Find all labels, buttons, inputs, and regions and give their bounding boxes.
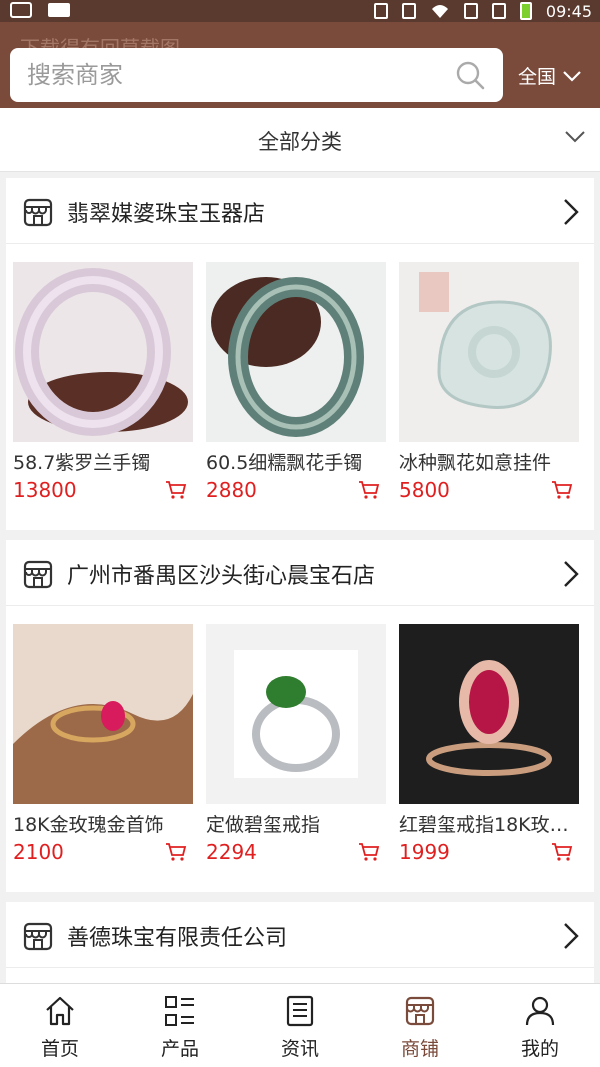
cart-icon[interactable] — [551, 480, 573, 500]
signal-icon-1 — [463, 3, 478, 19]
chevron-right-icon — [564, 923, 579, 949]
region-label: 全国 — [518, 66, 557, 88]
store-card: 翡翠媒婆珠宝玉器店 58.7紫罗兰手镯 13800 60.5细糯飘花手镯 288… — [6, 178, 594, 530]
product-title: 58.7紫罗兰手镯 — [13, 452, 151, 474]
camera-icon — [10, 2, 32, 18]
header: 下载得有回莫载图 全国 — [0, 22, 600, 108]
category-filter[interactable]: 全部分类 — [0, 108, 600, 172]
mute-icon — [401, 3, 416, 19]
chevron-down-icon — [563, 70, 581, 82]
product-price: 1999 — [399, 840, 450, 864]
store-icon — [405, 996, 435, 1026]
bottom-nav: 首页 产品 资讯 商铺 我的 — [0, 983, 600, 1067]
nav-label: 产品 — [160, 1038, 199, 1060]
product-card[interactable]: 58.7紫罗兰手镯 13800 — [13, 262, 193, 502]
product-image — [399, 262, 579, 442]
product-card[interactable]: 18K金玫瑰金首饰 2100 — [13, 624, 193, 864]
nav-label: 我的 — [520, 1038, 559, 1060]
product-card[interactable]: 60.5细糯飘花手镯 2880 — [206, 262, 386, 502]
cart-icon[interactable] — [358, 842, 380, 862]
store-card: 广州市番禺区沙头街心晨宝石店 18K金玫瑰金首饰 2100 定做碧玺戒指 229… — [6, 540, 594, 892]
cart-icon[interactable] — [165, 480, 187, 500]
product-price: 2294 — [206, 840, 257, 864]
cart-icon[interactable] — [551, 842, 573, 862]
store-name: 翡翠媒婆珠宝玉器店 — [67, 202, 266, 227]
nav-stores[interactable]: 商铺 — [360, 984, 480, 1067]
chevron-right-icon — [564, 561, 579, 587]
product-title: 红碧玺戒指18K玫瑰金 — [399, 814, 579, 836]
category-label: 全部分类 — [258, 130, 342, 154]
store-name: 广州市番禺区沙头街心晨宝石店 — [67, 564, 376, 589]
user-icon — [525, 996, 555, 1026]
cart-icon[interactable] — [358, 480, 380, 500]
region-selector[interactable]: 全国 — [518, 62, 582, 89]
product-title: 定做碧玺戒指 — [206, 814, 321, 836]
store-header[interactable]: 翡翠媒婆珠宝玉器店 — [6, 178, 594, 244]
news-icon — [286, 995, 314, 1027]
nav-home[interactable]: 首页 — [0, 984, 120, 1067]
product-title: 冰种飘花如意挂件 — [399, 452, 552, 474]
grid-list-icon — [165, 996, 194, 1026]
vibrate-icon — [373, 3, 388, 19]
store-header[interactable]: 广州市番禺区沙头街心晨宝石店 — [6, 540, 594, 606]
nav-label: 资讯 — [280, 1038, 319, 1060]
product-title: 60.5细糯飘花手镯 — [206, 452, 363, 474]
signal-icon-2 — [491, 3, 506, 19]
search-input[interactable] — [27, 61, 427, 89]
chevron-right-icon — [564, 199, 579, 225]
status-time: 09:45 — [545, 1, 592, 21]
battery-icon — [519, 2, 532, 20]
product-image — [13, 624, 193, 804]
product-card[interactable]: 定做碧玺戒指 2294 — [206, 624, 386, 864]
shop-icon — [23, 198, 53, 227]
wifi-icon — [431, 5, 448, 18]
nav-products[interactable]: 产品 — [120, 984, 240, 1067]
nav-me[interactable]: 我的 — [480, 984, 600, 1067]
product-price: 13800 — [13, 478, 77, 502]
home-icon — [46, 996, 74, 1026]
product-list: 58.7紫罗兰手镯 13800 60.5细糯飘花手镯 2880 冰种飘花如意挂件… — [6, 244, 594, 502]
store-header[interactable]: 善德珠宝有限责任公司 — [6, 902, 594, 968]
store-card: 善德珠宝有限责任公司 — [6, 902, 594, 983]
shop-icon — [23, 922, 53, 951]
nav-news[interactable]: 资讯 — [240, 984, 360, 1067]
nav-label: 商铺 — [400, 1038, 439, 1060]
product-price: 2880 — [206, 478, 257, 502]
product-price: 2100 — [13, 840, 64, 864]
product-title: 18K金玫瑰金首饰 — [13, 814, 164, 836]
nav-label: 首页 — [40, 1038, 79, 1060]
cart-icon[interactable] — [165, 842, 187, 862]
product-card[interactable]: 冰种飘花如意挂件 5800 — [399, 262, 579, 502]
shop-icon — [23, 560, 53, 589]
product-card[interactable]: 红碧玺戒指18K玫瑰金 1999 — [399, 624, 579, 864]
store-name: 善德珠宝有限责任公司 — [67, 926, 288, 951]
product-image — [399, 624, 579, 804]
search-icon[interactable] — [455, 60, 485, 90]
search-box[interactable] — [10, 48, 503, 102]
product-price: 5800 — [399, 478, 450, 502]
notification-icon — [48, 3, 70, 17]
chevron-down-icon — [565, 131, 585, 143]
product-image — [206, 624, 386, 804]
product-list: 18K金玫瑰金首饰 2100 定做碧玺戒指 2294 红碧玺戒指18K玫瑰金 1… — [6, 606, 594, 864]
product-image — [206, 262, 386, 442]
product-image — [13, 262, 193, 442]
status-bar: 09:45 — [0, 0, 600, 22]
